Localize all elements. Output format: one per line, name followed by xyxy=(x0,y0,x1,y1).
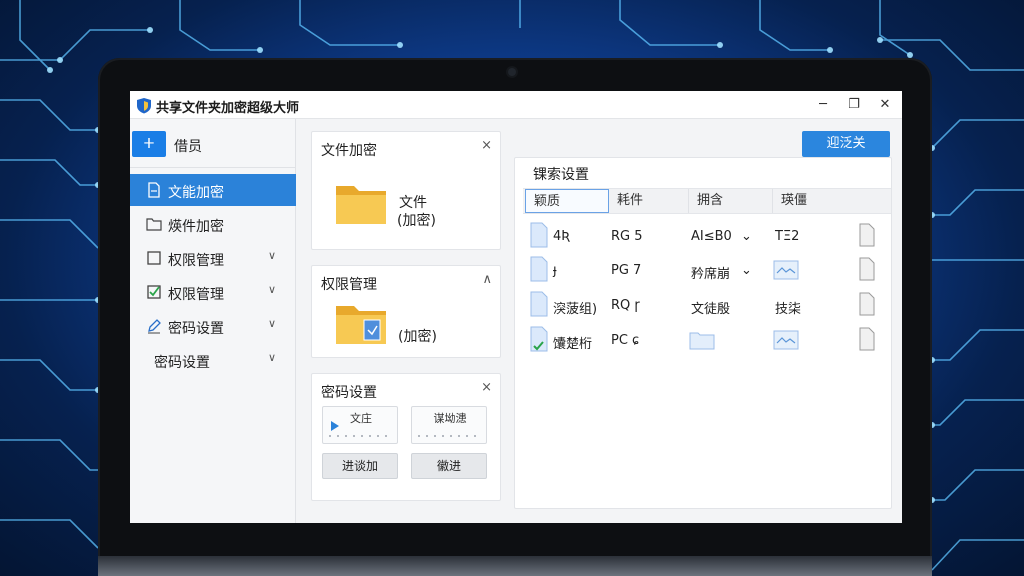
pen-icon xyxy=(148,319,161,334)
sidebar-item-permission-2[interactable]: 权限管理 ∨ xyxy=(130,276,296,308)
panel-text: (加密) xyxy=(398,329,437,345)
close-icon[interactable]: × xyxy=(481,138,492,153)
table-row[interactable]: ɟ PG 7 矜席崩 ⌄ xyxy=(523,254,891,288)
close-icon[interactable]: × xyxy=(481,380,492,395)
page-icon xyxy=(859,223,875,247)
option-card-label: 谋坳漶 xyxy=(433,412,467,425)
table-row[interactable]: 馕楚桁 PC ɕ xyxy=(523,324,891,358)
table-header: 颖质 耗件 拥含 瑛僵 xyxy=(523,188,891,214)
panel-title: 锞索设置 xyxy=(533,167,589,183)
cell: RQ ɼ xyxy=(611,298,640,313)
dotted-track xyxy=(329,435,391,437)
square-icon xyxy=(147,251,161,265)
cell: ɟ xyxy=(553,263,557,278)
app-title: 共享文件夹加密超级大师 xyxy=(156,101,300,116)
sidebar-item-label: 权限管理 xyxy=(168,287,224,303)
shield-icon xyxy=(137,98,151,114)
user-name: 借员 xyxy=(174,139,202,155)
panel-text: 文件 xyxy=(399,195,427,211)
column-header[interactable]: 耗件 xyxy=(609,189,689,213)
column-header[interactable]: 颖质 xyxy=(525,189,609,213)
folder-icon xyxy=(146,218,162,231)
cell: PG 7 xyxy=(611,263,642,278)
sidebar-item-label: 密码设置 xyxy=(168,321,224,337)
play-icon xyxy=(331,421,339,431)
document-icon xyxy=(530,222,548,248)
sidebar-item-password[interactable]: 密码设置 ∨ xyxy=(130,310,296,342)
sidebar-item-label: 煐件加密 xyxy=(168,219,224,235)
document-icon xyxy=(530,291,548,317)
panel-text: (加密) xyxy=(397,213,436,229)
image-file-icon xyxy=(773,260,799,280)
sidebar-item-label: 文能加密 xyxy=(168,185,224,201)
sidebar-item-label: 权限管理 xyxy=(168,253,224,269)
settings-panel: 锞索设置 颖质 耗件 拥含 瑛僵 4Ʀ RG 5 AI≤B0 ⌄ TΞ2 ɟ P… xyxy=(514,157,892,509)
cell: 技柒 xyxy=(775,302,802,317)
password-panel: 密码设置 × 文庄 谋坳漶 进谈加 徽进 xyxy=(311,373,501,501)
chevron-down-icon[interactable]: ⌄ xyxy=(741,263,752,278)
permission-panel: 权限管理 ∧ (加密) xyxy=(311,265,501,358)
option-card[interactable]: 文庄 xyxy=(322,406,398,444)
page-icon xyxy=(859,327,875,351)
sidebar: ⵜ 借员 文能加密 煐件加密 权限管理 ∨ 权限管理 ∨ 密码设置 ∨ 密码设置… xyxy=(130,119,296,523)
table-row[interactable]: 4Ʀ RG 5 AI≤B0 ⌄ TΞ2 xyxy=(523,220,891,254)
sidebar-item-folder-encrypt[interactable]: 煐件加密 xyxy=(130,208,296,240)
app-window: 共享文件夹加密超级大师 ─ ❐ ✕ ⵜ 借员 文能加密 煐件加密 权限管理 ∨ … xyxy=(130,91,902,523)
chevron-down-icon[interactable]: ∨ xyxy=(268,249,276,262)
chevron-down-icon[interactable]: ∨ xyxy=(268,351,276,364)
chevron-up-icon[interactable]: ∧ xyxy=(482,272,492,287)
minimize-button[interactable]: ─ xyxy=(810,95,836,115)
chevron-down-icon[interactable]: ∨ xyxy=(268,283,276,296)
folder-document-icon[interactable] xyxy=(334,300,388,346)
maximize-button[interactable]: ❐ xyxy=(841,95,867,115)
title-bar: 共享文件夹加密超级大师 ─ ❐ ✕ xyxy=(130,91,902,119)
user-row[interactable]: ⵜ 借员 xyxy=(130,127,296,161)
column-header[interactable]: 瑛僵 xyxy=(773,189,889,213)
chevron-down-icon[interactable]: ∨ xyxy=(268,317,276,330)
document-icon xyxy=(530,256,548,282)
table-row[interactable]: 湥菠组) RQ ɼ 文徒殷 技柒 xyxy=(523,289,891,323)
user-badge: ⵜ xyxy=(132,131,166,157)
laptop-base xyxy=(98,556,932,576)
sidebar-item-label: 密码设置 xyxy=(154,355,210,371)
checkbox-icon xyxy=(147,285,161,299)
panel-title: 权限管理 xyxy=(321,277,377,293)
cell: 文徒殷 xyxy=(691,302,731,317)
page-icon xyxy=(859,292,875,316)
cell: PC ɕ xyxy=(611,333,640,348)
image-file-icon xyxy=(773,330,799,350)
action-button[interactable]: 进谈加 xyxy=(322,453,398,479)
option-card[interactable]: 谋坳漶 xyxy=(411,406,487,444)
dotted-track xyxy=(418,435,480,437)
divider xyxy=(130,167,296,168)
cell: RG 5 xyxy=(611,229,643,244)
cell: 4Ʀ xyxy=(553,229,571,244)
cell: 湥菠组) xyxy=(553,302,598,317)
folder-icon[interactable] xyxy=(334,180,388,226)
top-action-button[interactable]: 迎泛关 xyxy=(802,131,890,157)
chevron-down-icon[interactable]: ⌄ xyxy=(741,229,752,244)
panel-title: 密码设置 xyxy=(321,385,377,401)
cell: TΞ2 xyxy=(775,229,800,244)
cell: 馕楚桁 xyxy=(553,337,593,352)
sidebar-item-file-encrypt[interactable]: 文能加密 xyxy=(130,174,296,206)
column-header[interactable]: 拥含 xyxy=(689,189,773,213)
webcam xyxy=(508,68,516,76)
cell: AI≤B0 xyxy=(691,229,732,244)
action-button-2[interactable]: 徽进 xyxy=(411,453,487,479)
panel-title: 文件加密 xyxy=(321,143,377,159)
file-icon xyxy=(148,182,160,198)
sidebar-item-permission[interactable]: 权限管理 ∨ xyxy=(130,242,296,274)
shared-document-icon xyxy=(530,326,548,352)
cell: 矜席崩 xyxy=(691,267,731,282)
folder-icon xyxy=(689,332,715,350)
sidebar-item-password-2[interactable]: 密码设置 ∨ xyxy=(130,344,296,376)
close-button[interactable]: ✕ xyxy=(872,95,898,115)
page-icon xyxy=(859,257,875,281)
file-encrypt-panel: 文件加密 × 文件 (加密) xyxy=(311,131,501,250)
